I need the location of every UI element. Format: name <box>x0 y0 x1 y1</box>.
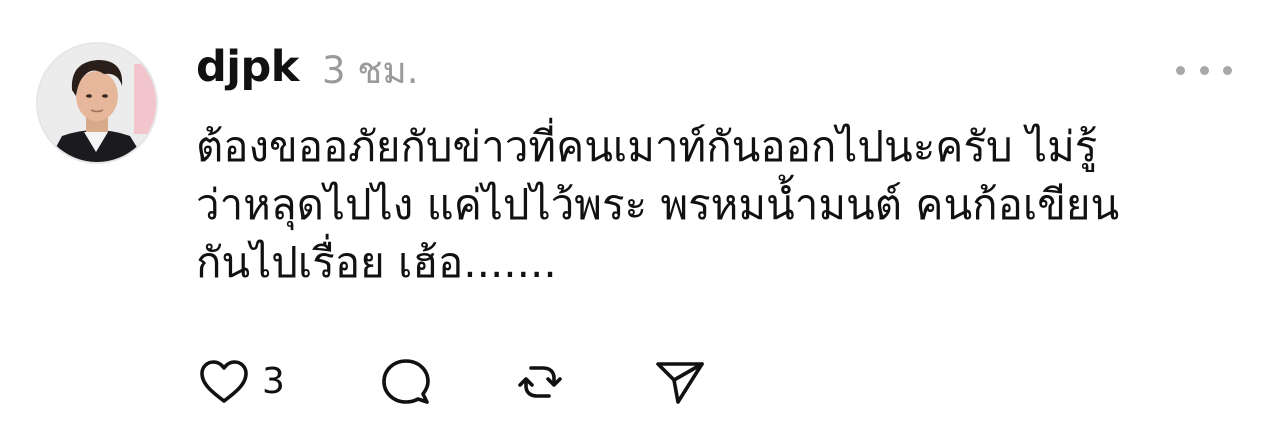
like-button[interactable]: 3 <box>196 352 285 412</box>
avatar-image <box>38 44 156 162</box>
comment-bubble-icon <box>382 359 430 404</box>
share-button[interactable] <box>652 352 708 412</box>
thread-post: djpk 3 ชม. ต้องขออภัยกับข่าวที่คนเมาท์กั… <box>0 0 1280 447</box>
username[interactable]: djpk <box>196 46 299 89</box>
more-horizontal-icon-dot <box>1223 65 1232 75</box>
more-horizontal-icon-dot <box>1199 65 1209 75</box>
post-text-line: กันไปเรื่อย เฮ้อ....... <box>196 238 557 287</box>
avatar[interactable] <box>38 44 156 162</box>
send-icon <box>656 362 704 404</box>
post-text-line: ต้องขออภัยกับข่าวที่คนเมาท์กันออกไปนะครั… <box>196 122 1098 171</box>
timestamp: 3 ชม. <box>322 49 419 92</box>
more-horizontal-icon <box>1176 65 1185 75</box>
repost-button[interactable] <box>512 352 568 412</box>
repost-icon <box>518 366 562 398</box>
more-options-button[interactable] <box>1176 56 1232 84</box>
comment-button[interactable] <box>378 352 434 412</box>
like-count: 3 <box>262 361 285 402</box>
heart-icon <box>200 360 248 403</box>
post-text-line: ว่าหลุดไปไง แค่ไปไว้พระ พรหมน้ำมนต์ คนก้… <box>196 180 1120 229</box>
post-text: ต้องขออภัยกับข่าวที่คนเมาท์กันออกไปนะครั… <box>196 118 1236 292</box>
